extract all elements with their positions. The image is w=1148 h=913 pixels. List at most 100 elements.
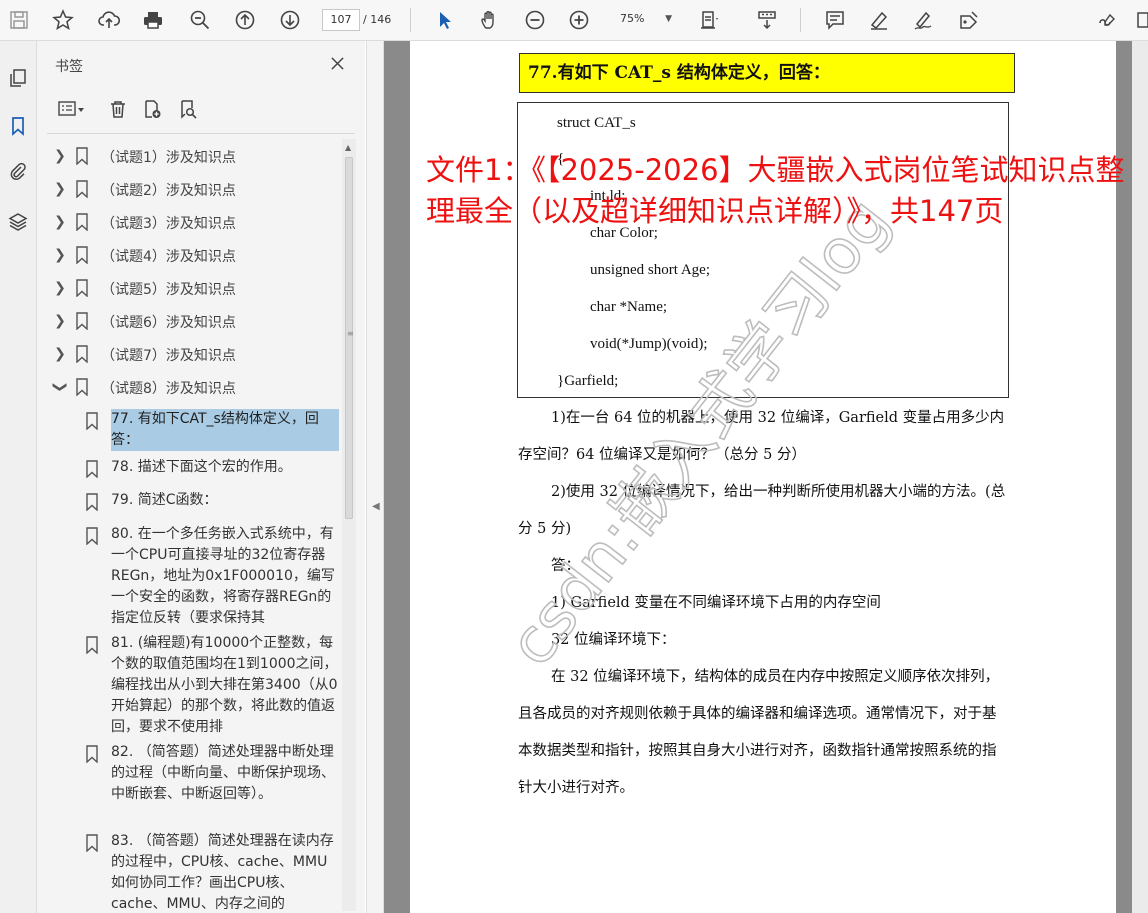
hand-tool-icon[interactable] [476, 7, 502, 33]
bookmark-icon [86, 636, 98, 654]
fit-page-icon[interactable] [696, 7, 722, 33]
chevron-right-icon[interactable]: ❯ [51, 212, 69, 232]
next-page-icon[interactable] [277, 7, 303, 33]
bookmark-icon [86, 493, 98, 511]
close-panel-button[interactable] [325, 51, 349, 75]
new-bookmark-button[interactable] [139, 95, 165, 123]
bookmarks-panel-icon[interactable] [5, 113, 31, 139]
zoom-out-icon[interactable] [522, 7, 548, 33]
attachments-paperclip-icon[interactable] [5, 159, 31, 185]
chevron-right-icon[interactable]: ❯ [51, 278, 69, 298]
highlight-pen-icon[interactable] [866, 7, 892, 33]
page-thumbnails-icon[interactable] [5, 65, 31, 91]
toolbar-divider [410, 8, 411, 32]
bookmark-child[interactable]: 80. 在一个多任务嵌入式系统中，有一个CPU可直接寻址的32位寄存器REGn，… [85, 524, 341, 628]
bookmark-icon [76, 312, 88, 330]
zoom-level-value: 75% [620, 12, 645, 25]
bookmark-item[interactable]: ❯ （试题4）涉及知识点 [47, 242, 337, 268]
bookmarks-panel: 书签 ❯ （试题1）涉及知识点 ❯ （试题2）涉及知识点 ❯ （试题3）涉及知识… [37, 41, 365, 913]
code-line: void(*Jump)(void); [590, 336, 708, 352]
chevron-down-icon[interactable]: ❯ [50, 378, 70, 396]
upload-cloud-icon[interactable] [96, 7, 122, 33]
bookmark-icon [76, 345, 88, 363]
bookmark-item[interactable]: ❯ （试题7）涉及知识点 [47, 341, 337, 367]
bookmark-icon [76, 147, 88, 165]
save-icon[interactable] [6, 7, 32, 33]
bookmark-tree: ❯ （试题1）涉及知识点 ❯ （试题2）涉及知识点 ❯ （试题3）涉及知识点 ❯… [37, 141, 341, 913]
comment-icon[interactable] [822, 7, 848, 33]
select-arrow-icon[interactable] [432, 7, 458, 33]
bookmark-label: （试题8）涉及知识点 [101, 381, 236, 397]
bookmark-icon [86, 527, 98, 545]
bookmark-item-expanded[interactable]: ❯ （试题8）涉及知识点 [47, 374, 337, 400]
chevron-right-icon[interactable]: ❯ [51, 344, 69, 364]
scrollbar-thumb[interactable] [345, 157, 353, 519]
zoom-in-icon[interactable] [566, 7, 592, 33]
chevron-right-icon[interactable]: ❯ [51, 179, 69, 199]
answer-line-1: 1) Garfield 变量在不同编译环境下占用的内存空间 [551, 595, 881, 611]
draw-sign-icon[interactable] [910, 7, 936, 33]
add-bookmark-icon [145, 100, 161, 118]
bookmark-label: （试题5）涉及知识点 [101, 282, 236, 298]
stamp-tag-icon[interactable] [956, 7, 982, 33]
close-icon [330, 56, 344, 70]
bookmark-label: 83. （简答题）简述处理器在读内存的过程中，CPU核、cache、MMU如何协… [111, 833, 334, 912]
collapse-left-icon[interactable]: ◀ [372, 501, 380, 512]
bookmark-icon [86, 834, 98, 852]
bookmark-label: （试题3）涉及知识点 [101, 216, 236, 232]
bookmark-label: 81. (编程题)有10000个正整数，每个数的取值范围均在1到1000之间，编… [111, 635, 338, 735]
scroll-mode-icon[interactable] [754, 7, 780, 33]
code-box: struct CAT_s { int ld; char Color; unsig… [517, 102, 1009, 398]
bookmark-star-icon[interactable] [50, 7, 76, 33]
link-sign-icon[interactable] [1094, 7, 1120, 33]
find-bookmark-button[interactable] [175, 95, 201, 123]
scroll-up-icon[interactable]: ▲ [345, 143, 351, 152]
bookmark-label: （试题7）涉及知识点 [101, 348, 236, 364]
bookmark-item[interactable]: ❯ （试题5）涉及知识点 [47, 275, 337, 301]
chevron-down-icon: ▼ [665, 14, 672, 24]
code-line: struct CAT_s [557, 115, 636, 131]
trash-icon [111, 101, 125, 118]
bookmark-label: （试题2）涉及知识点 [101, 183, 236, 199]
page-total: / 146 [363, 13, 392, 26]
code-line: }Garfield; [557, 373, 619, 389]
bookmark-child[interactable]: 82. （简答题）简述处理器中断处理的过程（中断向量、中断保护现场、中断嵌套、中… [85, 742, 341, 826]
bookmark-label: 80. 在一个多任务嵌入式系统中，有一个CPU可直接寻址的32位寄存器REGn，… [111, 526, 335, 626]
chevron-right-icon[interactable]: ❯ [51, 245, 69, 265]
chevron-right-icon[interactable]: ❯ [51, 146, 69, 166]
grip-icon: ≡ [347, 329, 354, 338]
more-tools-icon[interactable] [1134, 7, 1148, 33]
bookmark-child[interactable]: 81. (编程题)有10000个正整数，每个数的取值范围均在1到1000之间，编… [85, 633, 341, 737]
panel-collapse-handle[interactable]: ◀ [366, 41, 384, 913]
page-number-input[interactable]: 107 [322, 9, 360, 31]
bookmark-label: 82. （简答题）简述处理器中断处理的过程（中断向量、中断保护现场、中断嵌套、中… [111, 744, 335, 802]
bookmark-item[interactable]: ❯ （试题1）涉及知识点 [47, 143, 337, 169]
print-icon[interactable] [140, 7, 166, 33]
bookmark-icon [86, 745, 98, 763]
question-part-1: 1)在一台 64 位的机器上，使用 32 位编译，Garfield 变量占用多少… [518, 410, 1005, 463]
previous-page-icon[interactable] [232, 7, 258, 33]
zoom-out-search-icon[interactable] [187, 7, 213, 33]
bookmark-child[interactable]: 83. （简答题）简述处理器在读内存的过程中，CPU核、cache、MMU如何协… [85, 831, 341, 913]
layers-icon[interactable] [5, 209, 31, 235]
bookmark-item[interactable]: ❯ （试题3）涉及知识点 [47, 209, 337, 235]
code-line: char *Name; [590, 299, 668, 315]
bookmark-label: （试题4）涉及知识点 [101, 249, 236, 265]
bookmark-icon [86, 412, 98, 430]
zoom-level-select[interactable]: 75% ▼ [612, 9, 678, 29]
question-heading: 77.有如下 CAT_s 结构体定义，回答： [519, 53, 1015, 93]
bookmark-options-button[interactable] [51, 95, 91, 123]
bookmark-item[interactable]: ❯ （试题6）涉及知识点 [47, 308, 337, 334]
bookmark-icon [76, 378, 88, 396]
bookmark-scrollbar[interactable]: ▲ ≡ [342, 139, 356, 911]
panel-divider [47, 133, 355, 134]
bookmark-icon [76, 279, 88, 297]
bookmark-label: 79. 简述C函数： [111, 492, 218, 508]
panel-title: 书签 [55, 59, 83, 75]
bookmark-item[interactable]: ❯ （试题2）涉及知识点 [47, 176, 337, 202]
bookmark-icon [76, 246, 88, 264]
bookmark-search-icon [181, 100, 197, 119]
delete-bookmark-button[interactable] [105, 95, 131, 123]
bookmark-icon [86, 460, 98, 478]
chevron-right-icon[interactable]: ❯ [51, 311, 69, 331]
